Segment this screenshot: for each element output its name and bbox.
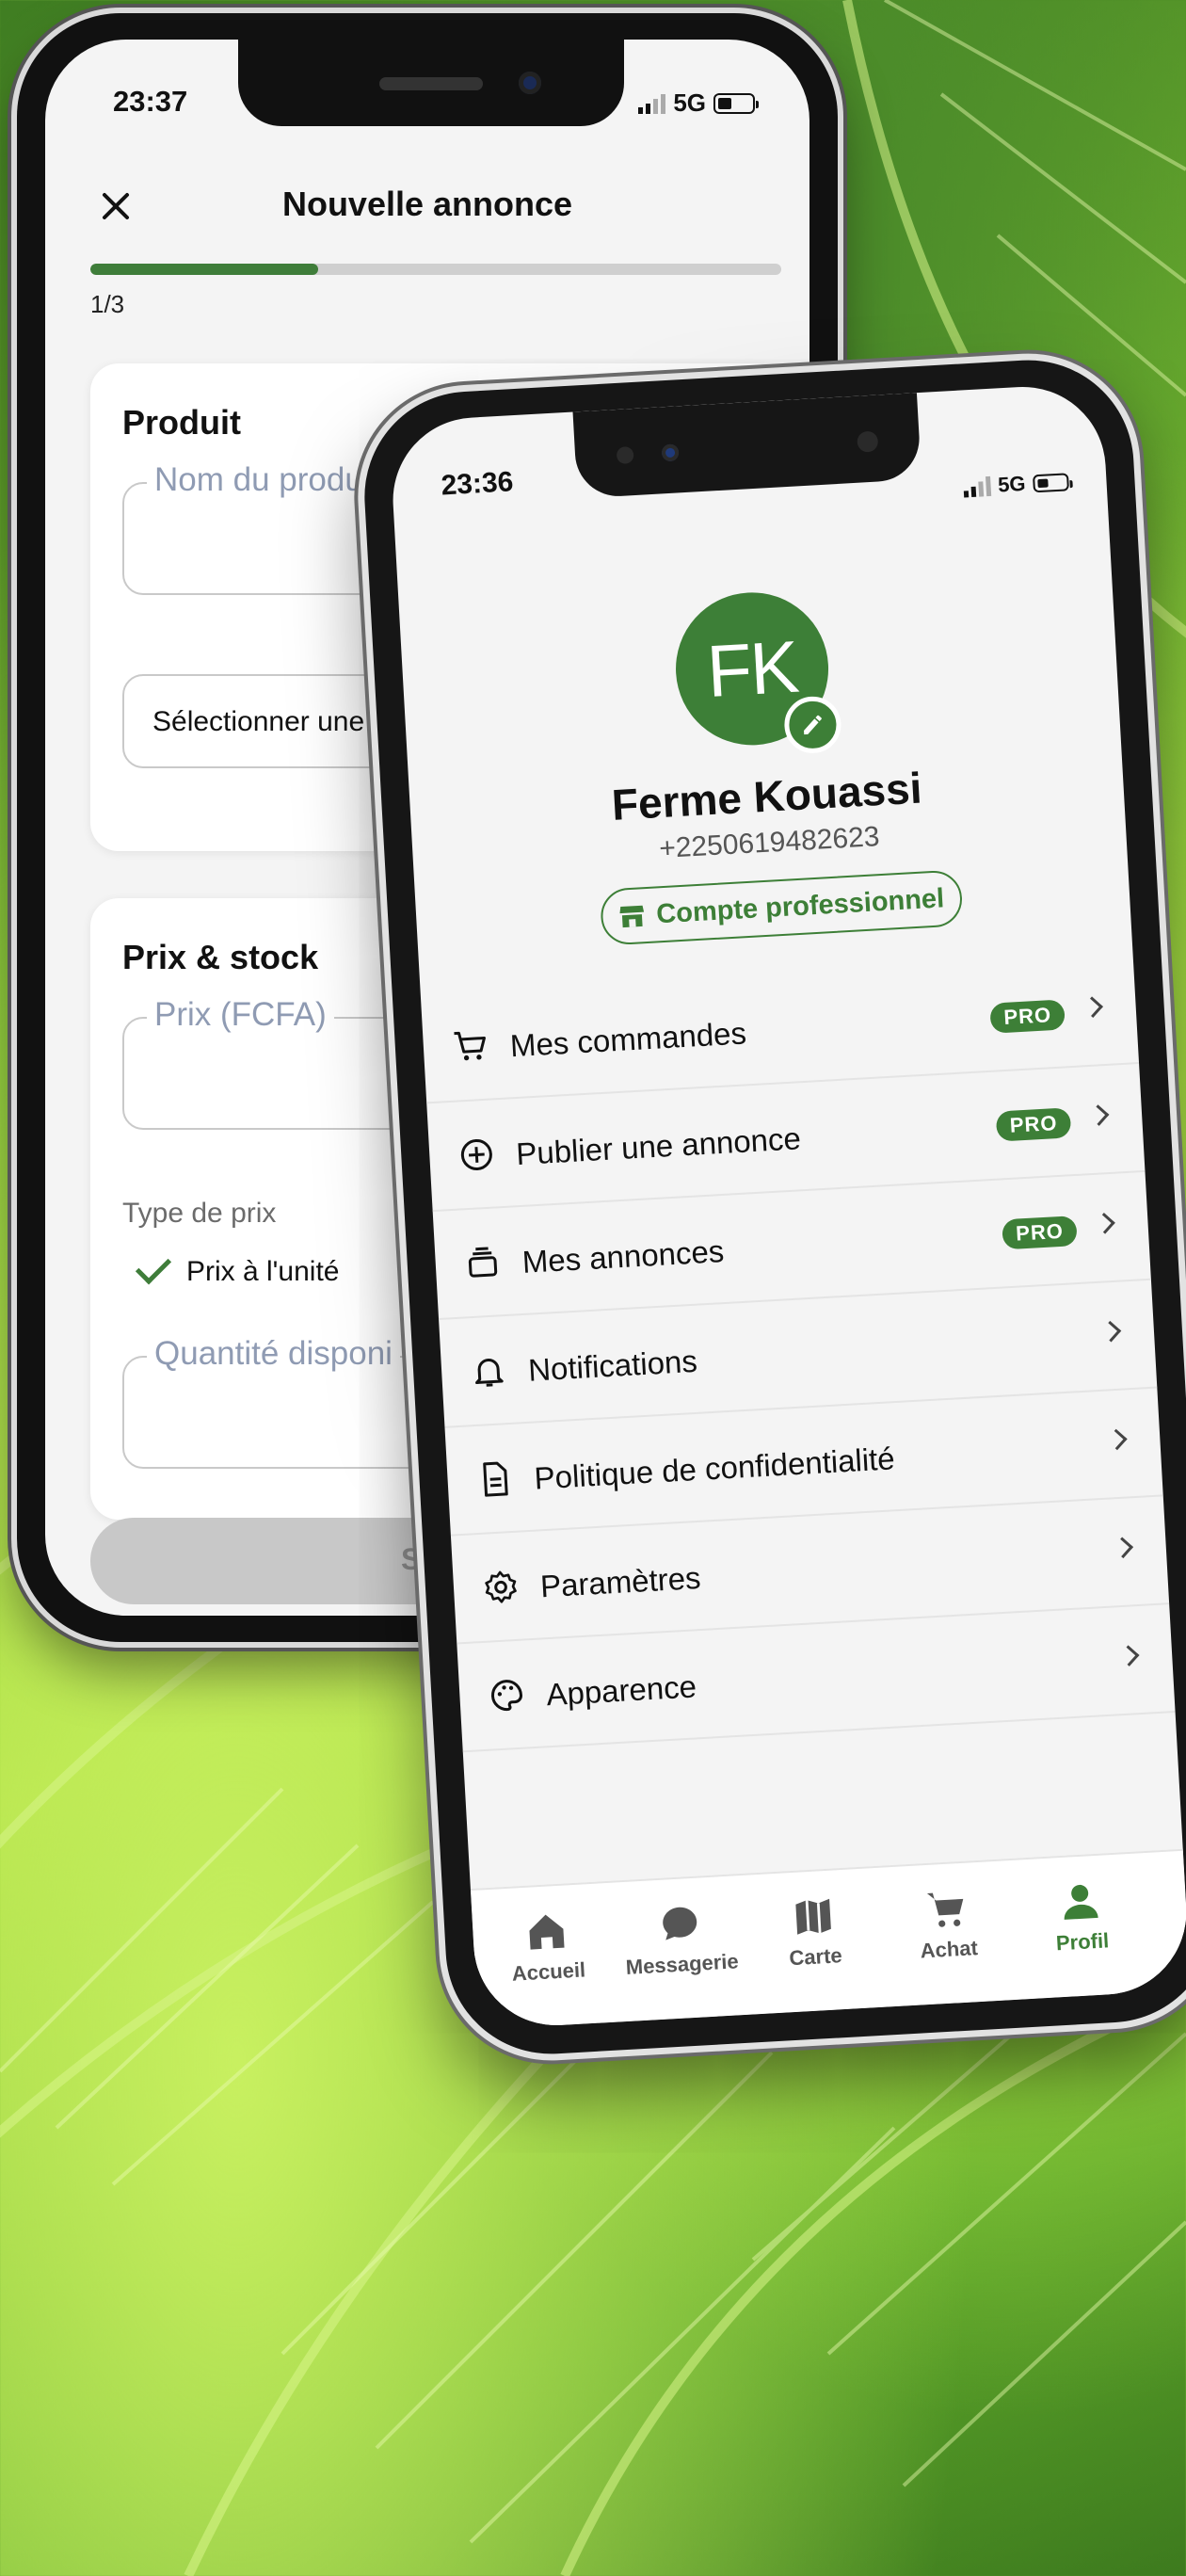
pro-badge: PRO bbox=[1002, 1216, 1078, 1250]
tab-label: Accueil bbox=[511, 1957, 586, 1986]
menu-item-label: Apparence bbox=[545, 1668, 697, 1713]
pro-badge: PRO bbox=[995, 1107, 1072, 1142]
screen-header: Nouvelle annonce bbox=[45, 179, 809, 245]
menu-item-label: Notifications bbox=[527, 1343, 698, 1388]
menu-item-label: Mes commandes bbox=[508, 1015, 747, 1064]
price-type-label: Type de prix bbox=[122, 1198, 277, 1229]
tab-messagerie[interactable]: Messagerie bbox=[613, 1898, 748, 1981]
menu-item-label: Paramètres bbox=[539, 1559, 702, 1604]
plus-circle-icon bbox=[460, 1138, 492, 1170]
chevron-right-icon bbox=[1117, 1645, 1140, 1666]
notch bbox=[572, 393, 922, 499]
price-label: Prix (FCFA) bbox=[147, 996, 334, 1034]
chevron-right-icon bbox=[1106, 1428, 1128, 1451]
tab-accueil[interactable]: Accueil bbox=[479, 1906, 615, 1988]
status-time: 23:37 bbox=[113, 85, 188, 118]
document-icon bbox=[483, 1461, 508, 1497]
stack-icon bbox=[468, 1247, 498, 1278]
page-title: Nouvelle annonce bbox=[281, 185, 573, 223]
tab-label: Messagerie bbox=[625, 1949, 740, 1979]
price-type-option-label: Prix à l'unité bbox=[186, 1256, 340, 1287]
tab-achat[interactable]: Achat bbox=[880, 1883, 1016, 1966]
product-heading: Produit bbox=[122, 403, 241, 442]
tab-carte[interactable]: Carte bbox=[746, 1891, 882, 1973]
account-type-label: Compte professionnel bbox=[655, 882, 945, 929]
quantity-label: Quantité disponi bbox=[147, 1335, 400, 1373]
bottom-tab-bar: Accueil Messagerie Carte Achat Profil bbox=[470, 1848, 1186, 2030]
signal-icon bbox=[963, 475, 991, 498]
tab-label: Achat bbox=[920, 1936, 979, 1963]
signal-icon bbox=[638, 93, 666, 114]
store-icon bbox=[619, 905, 645, 928]
network-label: 5G bbox=[673, 89, 706, 117]
product-name-label: Nom du produit bbox=[147, 461, 388, 499]
menu-item-label: Mes annonces bbox=[521, 1233, 726, 1280]
chat-icon bbox=[663, 1907, 697, 1940]
status-time: 23:36 bbox=[440, 466, 515, 502]
menu-item-label: Publier une annonce bbox=[515, 1120, 802, 1172]
chevron-right-icon bbox=[1094, 1213, 1115, 1234]
palette-icon bbox=[490, 1680, 523, 1712]
profile-screen: 23:36 5G FK Ferme Kouassi +2250619482623… bbox=[388, 382, 1186, 2030]
progress-fill bbox=[90, 264, 319, 275]
pro-badge: PRO bbox=[989, 999, 1066, 1034]
person-icon bbox=[1064, 1884, 1098, 1920]
gear-icon bbox=[485, 1570, 517, 1603]
battery-icon bbox=[713, 92, 759, 114]
cart-icon bbox=[926, 1892, 964, 1927]
account-type-badge: Compte professionnel bbox=[599, 869, 964, 946]
notch bbox=[238, 40, 624, 126]
chevron-right-icon bbox=[1082, 996, 1103, 1019]
tab-profil[interactable]: Profil bbox=[1013, 1876, 1148, 1958]
map-icon bbox=[795, 1898, 831, 1935]
menu-item-label: Politique de confidentialité bbox=[533, 1441, 896, 1496]
price-type-option[interactable]: Prix à l'unité bbox=[135, 1248, 340, 1288]
progress-bar bbox=[90, 264, 781, 275]
chevron-right-icon bbox=[1099, 1320, 1122, 1343]
network-label: 5G bbox=[997, 471, 1027, 497]
cart-icon bbox=[454, 1031, 486, 1061]
pencil-icon bbox=[804, 715, 822, 735]
profile-menu: Mes commandes PRO Publier une annonce PR… bbox=[420, 956, 1176, 1753]
tab-label: Carte bbox=[788, 1943, 843, 1971]
status-icons: 5G bbox=[638, 89, 759, 118]
chevron-right-icon bbox=[1087, 1104, 1110, 1126]
chevron-right-icon bbox=[1112, 1537, 1134, 1559]
step-indicator: 1/3 bbox=[90, 290, 125, 318]
front-phone: 23:36 5G FK Ferme Kouassi +2250619482623… bbox=[359, 354, 1186, 2060]
tab-label: Profil bbox=[1055, 1928, 1110, 1956]
bell-icon bbox=[475, 1358, 504, 1387]
battery-icon bbox=[1032, 472, 1069, 492]
category-select-label: Sélectionner une ca bbox=[152, 706, 403, 737]
check-icon bbox=[135, 1248, 172, 1285]
home-icon bbox=[529, 1914, 565, 1950]
price-stock-heading: Prix & stock bbox=[122, 938, 319, 976]
edit-avatar-button[interactable] bbox=[782, 695, 843, 755]
status-icons: 5G bbox=[963, 469, 1070, 499]
